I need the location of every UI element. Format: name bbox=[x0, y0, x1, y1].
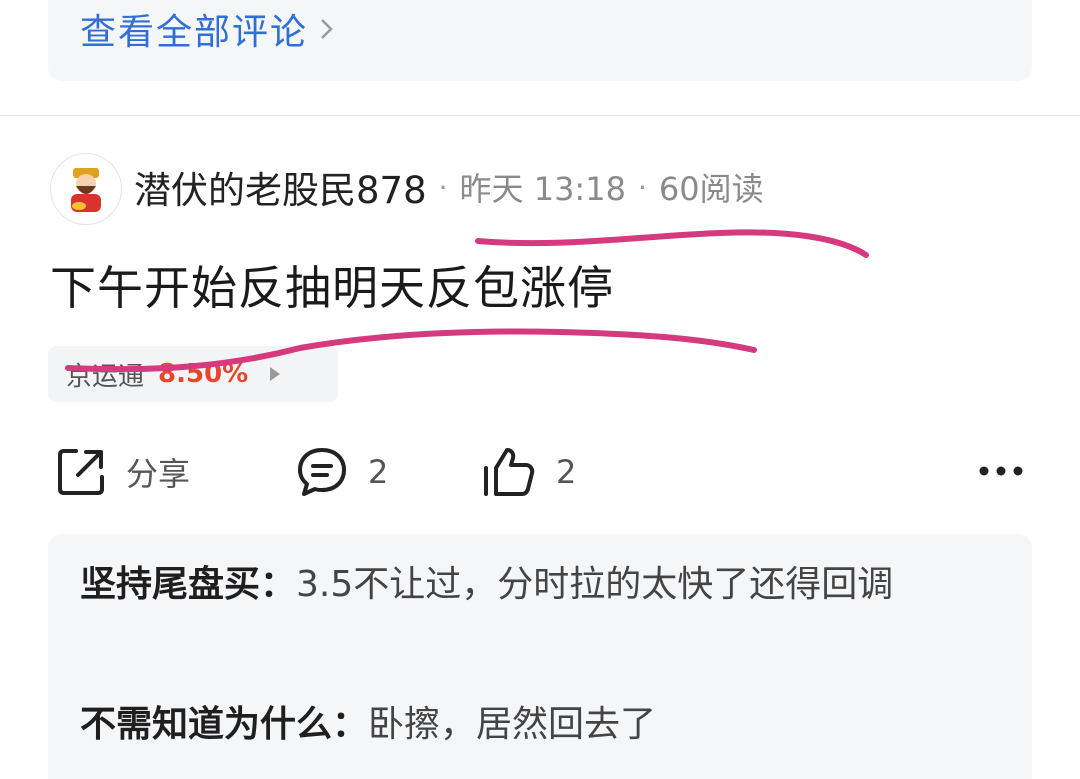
stock-forum-feed: 查看全部评论 潜伏的老股民878 · 昨天 13:18 · 60阅读 下午开始反… bbox=[0, 0, 1080, 779]
comment-author[interactable]: 坚持尾盘买： bbox=[80, 564, 296, 605]
comment-icon bbox=[298, 448, 346, 496]
comment-text: 3.5不让过，分时拉的太快了还得回调 bbox=[296, 564, 894, 605]
thumbs-up-icon bbox=[484, 448, 535, 496]
comment-text: 卧擦，居然回去了 bbox=[368, 704, 657, 745]
stock-name: 京运通 bbox=[66, 361, 145, 392]
fortune-god-avatar-icon bbox=[71, 168, 101, 212]
comment-count: 2 bbox=[368, 453, 389, 491]
comment-item[interactable]: 坚持尾盘买：3.5不让过，分时拉的太快了还得回调 bbox=[80, 554, 990, 616]
view-all-comments-label: 查看全部评论 bbox=[80, 12, 309, 53]
read-count: 60阅读 bbox=[658, 170, 764, 208]
view-all-comments-link[interactable]: 查看全部评论 bbox=[80, 6, 336, 53]
meta-separator: · bbox=[438, 170, 448, 204]
like-count: 2 bbox=[556, 453, 577, 491]
stock-tag[interactable]: 京运通 8.50% bbox=[48, 346, 338, 402]
comment-item[interactable]: 不需知道为什么：卧擦，居然回去了 bbox=[80, 694, 990, 756]
avatar[interactable] bbox=[50, 153, 122, 225]
meta-separator: · bbox=[637, 170, 647, 204]
post-divider bbox=[0, 115, 1080, 116]
stock-change: 8.50% bbox=[158, 359, 249, 389]
chevron-right-icon bbox=[321, 19, 333, 39]
share-label: 分享 bbox=[126, 455, 191, 493]
play-arrow-icon bbox=[270, 367, 281, 381]
share-button[interactable]: 分享 bbox=[54, 440, 190, 504]
comment-button[interactable]: 2 bbox=[294, 440, 388, 504]
post-time: 昨天 13:18 bbox=[459, 170, 626, 208]
more-options-icon[interactable] bbox=[976, 460, 1026, 482]
share-icon bbox=[58, 449, 104, 495]
author-name[interactable]: 潜伏的老股民878 bbox=[134, 160, 427, 214]
like-button[interactable]: 2 bbox=[480, 440, 576, 504]
comment-author[interactable]: 不需知道为什么： bbox=[80, 704, 368, 745]
post-meta-row: 潜伏的老股民878 · 昨天 13:18 · 60阅读 bbox=[134, 162, 764, 212]
post-content[interactable]: 下午开始反抽明天反包涨停 bbox=[50, 252, 614, 318]
